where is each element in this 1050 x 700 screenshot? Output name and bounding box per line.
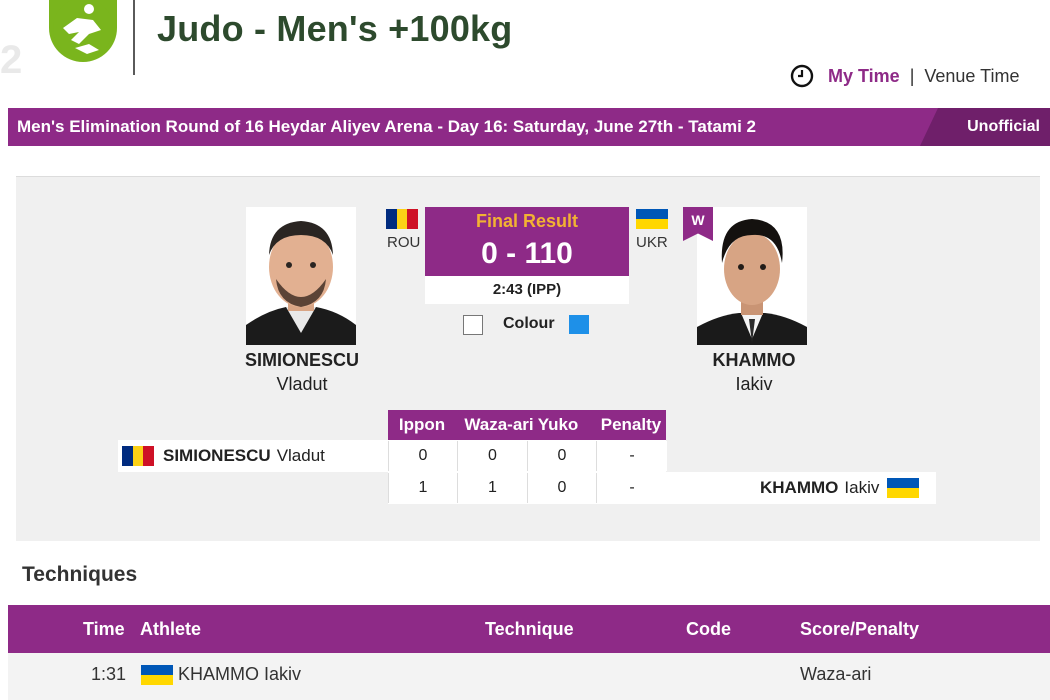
technique-score: Waza-ari — [800, 664, 872, 684]
score-cell: 0 — [457, 441, 527, 471]
rou-flag-icon — [386, 209, 419, 229]
athlete-photo-right — [697, 207, 807, 345]
score-row-right-last-name: KHAMMO — [760, 478, 839, 497]
score-row-left-last-name: SIMIONESCU — [163, 446, 271, 465]
score-cell: 0 — [527, 473, 596, 503]
time-separator: | — [909, 65, 915, 86]
final-score: 0 - 110 — [481, 237, 573, 270]
score-row-right-first-name: Iakiv — [844, 478, 880, 497]
athlete-left-last-name[interactable]: SIMIONESCU — [212, 350, 392, 371]
header-ippon: Ippon — [388, 410, 456, 440]
status-badge: Unofficial — [920, 108, 1050, 146]
ukr-flag-icon — [141, 664, 173, 685]
athlete-right-first-name[interactable]: Iakiv — [664, 374, 844, 395]
header-divider — [133, 0, 135, 75]
score-row-left-athlete[interactable]: SIMIONESCU Vladut — [122, 441, 325, 471]
score-row-right-athlete[interactable]: KHAMMO Iakiv — [760, 473, 920, 503]
colour-label: Colour — [503, 315, 555, 332]
techniques-title: Techniques — [22, 563, 138, 586]
athlete-right-last-name[interactable]: KHAMMO — [664, 350, 844, 371]
ukr-flag-icon — [887, 478, 920, 498]
colour-swatch-white — [463, 315, 483, 335]
col-athlete: Athlete — [140, 619, 202, 639]
col-score-penalty: Score/Penalty — [800, 619, 920, 639]
colour-swatch-blue — [569, 315, 589, 334]
corner-decoration: 2 — [0, 38, 23, 82]
score-cell: 1 — [457, 473, 527, 503]
col-code: Code — [686, 619, 731, 639]
technique-time: 1:31 — [91, 664, 127, 684]
technique-athlete[interactable]: KHAMMO Iakiv — [141, 664, 301, 685]
score-cell: 1 — [388, 473, 457, 503]
col-time: Time — [83, 619, 125, 639]
time-toggle: My Time | Venue Time — [790, 62, 1019, 90]
my-time-link[interactable]: My Time — [828, 66, 900, 87]
header-penalty: Penalty — [596, 410, 666, 440]
ukr-flag-icon — [636, 209, 668, 229]
col-technique: Technique — [485, 619, 574, 639]
technique-athlete-name: KHAMMO Iakiv — [178, 664, 302, 684]
final-result-label: Final Result — [475, 211, 578, 231]
match-duration: 2:43 (IPP) — [425, 276, 629, 304]
final-result-box: Final Result 0 - 110 — [425, 207, 629, 276]
status-label: Unofficial — [967, 118, 1040, 135]
venue-time-link[interactable]: Venue Time — [924, 66, 1019, 87]
athlete-photo-left — [246, 207, 356, 345]
score-row-left-first-name: Vladut — [276, 446, 325, 465]
noc-right: UKR — [636, 234, 668, 251]
athlete-left-first-name[interactable]: Vladut — [212, 374, 392, 395]
noc-left: ROU — [387, 234, 421, 251]
header-yuko: Yuko — [537, 415, 579, 434]
page-title: Judo - Men's +100kg — [157, 8, 513, 49]
rou-flag-icon — [122, 446, 155, 466]
score-cell: 0 — [527, 441, 596, 471]
score-cell: 0 — [388, 441, 457, 471]
judo-logo-icon — [49, 0, 117, 62]
event-info: Men's Elimination Round of 16 Heydar Ali… — [17, 117, 757, 136]
score-cell: - — [596, 441, 667, 471]
clock-icon — [790, 64, 814, 88]
event-banner: Men's Elimination Round of 16 Heydar Ali… — [8, 108, 1050, 146]
score-cell: - — [596, 473, 667, 503]
